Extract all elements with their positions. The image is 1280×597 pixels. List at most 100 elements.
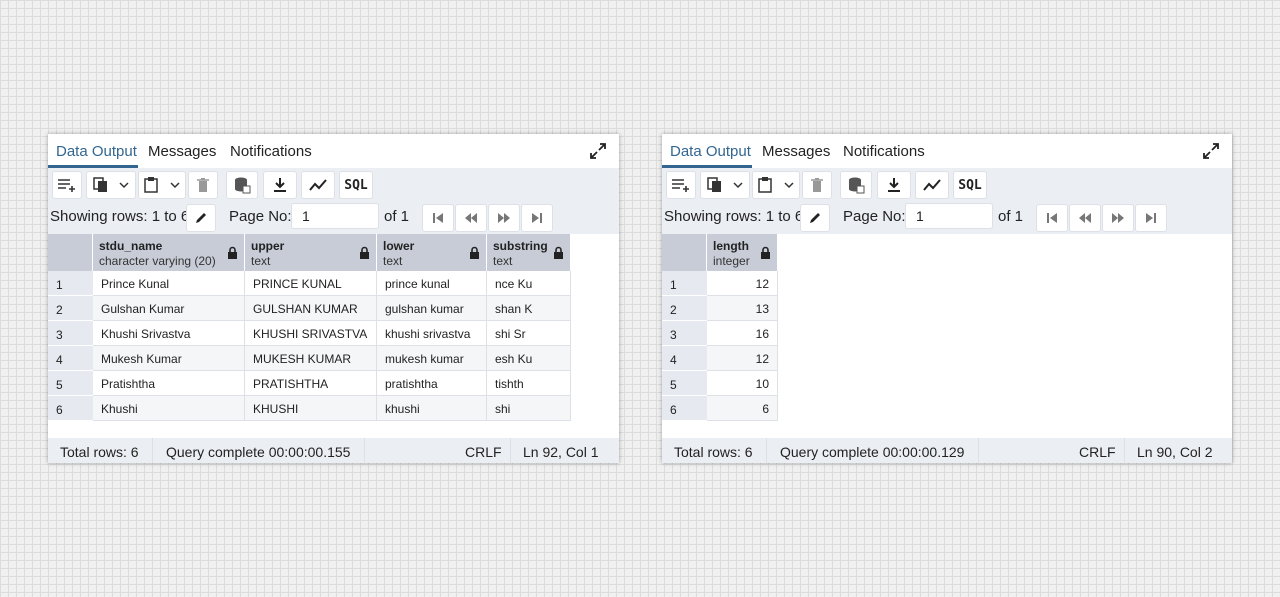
edit-button[interactable] (800, 204, 830, 232)
tab-data-output[interactable]: Data Output (670, 143, 751, 160)
table-cell[interactable]: 13 (707, 296, 778, 321)
column-header-lower[interactable]: lower text (377, 234, 487, 271)
first-page-button[interactable] (422, 204, 454, 232)
prev-page-icon (1079, 213, 1091, 223)
first-page-button[interactable] (1036, 204, 1068, 232)
row-number-header (662, 234, 707, 271)
row-number[interactable]: 2 (48, 296, 93, 321)
column-header-stdu-name[interactable]: stdu_name character varying (20) (93, 234, 245, 271)
last-page-button[interactable] (1135, 204, 1167, 232)
table-cell[interactable]: 10 (707, 371, 778, 396)
delete-button[interactable] (188, 171, 218, 199)
column-type: integer (713, 254, 750, 268)
paste-button[interactable] (752, 171, 800, 199)
table-cell[interactable]: prince kunal (377, 271, 487, 296)
table-cell[interactable]: mukesh kumar (377, 346, 487, 371)
add-row-button[interactable] (52, 171, 82, 199)
table-cell[interactable]: khushi srivastva (377, 321, 487, 346)
row-info: Showing rows: 1 to 6 (664, 208, 804, 225)
table-cell[interactable]: shan K (487, 296, 571, 321)
table-cell[interactable]: shi (487, 396, 571, 421)
tab-notifications[interactable]: Notifications (230, 143, 312, 160)
sql-button[interactable]: SQL (953, 171, 987, 199)
status-divider (1124, 438, 1125, 463)
edit-icon (810, 213, 820, 223)
row-number[interactable]: 6 (48, 396, 93, 421)
row-number[interactable]: 6 (662, 396, 707, 421)
column-header-length[interactable]: length integer (707, 234, 778, 271)
table-cell[interactable]: Khushi (93, 396, 245, 421)
table-cell[interactable]: Pratishtha (93, 371, 245, 396)
column-name: stdu_name (99, 239, 163, 253)
table-cell[interactable]: KHUSHI (245, 396, 377, 421)
table-cell[interactable]: Khushi Srivastva (93, 321, 245, 346)
save-data-button[interactable] (226, 171, 258, 199)
table-cell[interactable]: pratishtha (377, 371, 487, 396)
table-cell[interactable]: esh Ku (487, 346, 571, 371)
prev-page-button[interactable] (455, 204, 487, 232)
delete-button[interactable] (802, 171, 832, 199)
save-data-button[interactable] (840, 171, 872, 199)
lock-icon (228, 246, 237, 259)
row-number[interactable]: 2 (662, 296, 707, 321)
next-page-button[interactable] (488, 204, 520, 232)
column-header-substring[interactable]: substring text (487, 234, 571, 271)
table-cell[interactable]: tishth (487, 371, 571, 396)
row-number[interactable]: 1 (662, 271, 707, 296)
download-button[interactable] (877, 171, 911, 199)
row-number[interactable]: 5 (48, 371, 93, 396)
row-number[interactable]: 1 (48, 271, 93, 296)
next-page-button[interactable] (1102, 204, 1134, 232)
table-cell[interactable]: 12 (707, 346, 778, 371)
page-label: Page No: (843, 208, 906, 225)
copy-button[interactable] (86, 171, 136, 199)
column-type: character varying (20) (99, 254, 216, 268)
paste-button[interactable] (138, 171, 186, 199)
table-cell[interactable]: shi Sr (487, 321, 571, 346)
column-type: text (493, 254, 513, 268)
edit-button[interactable] (186, 204, 216, 232)
download-icon (888, 178, 900, 192)
table-cell[interactable]: 12 (707, 271, 778, 296)
copy-icon (707, 177, 721, 192)
last-page-button[interactable] (521, 204, 553, 232)
table-cell[interactable]: GULSHAN KUMAR (245, 296, 377, 321)
page-number-input[interactable]: 1 (291, 203, 379, 229)
expand-icon[interactable] (589, 142, 607, 160)
download-button[interactable] (263, 171, 297, 199)
table-cell[interactable]: 6 (707, 396, 778, 421)
table-cell[interactable]: PRATISHTHA (245, 371, 377, 396)
row-number[interactable]: 5 (662, 371, 707, 396)
column-header-upper[interactable]: upper text (245, 234, 377, 271)
row-number[interactable]: 4 (48, 346, 93, 371)
graph-button[interactable] (301, 171, 335, 199)
row-number[interactable]: 4 (662, 346, 707, 371)
add-row-button[interactable] (666, 171, 696, 199)
table-cell[interactable]: 16 (707, 321, 778, 346)
table-cell[interactable]: MUKESH KUMAR (245, 346, 377, 371)
tab-messages[interactable]: Messages (762, 143, 830, 160)
expand-icon[interactable] (1202, 142, 1220, 160)
table-cell[interactable]: Gulshan Kumar (93, 296, 245, 321)
prev-page-button[interactable] (1069, 204, 1101, 232)
download-icon (274, 178, 286, 192)
table-cell[interactable]: KHUSHI SRIVASTVA (245, 321, 377, 346)
graph-button[interactable] (915, 171, 949, 199)
copy-button[interactable] (700, 171, 750, 199)
table-cell[interactable]: PRINCE KUNAL (245, 271, 377, 296)
chevron-down-icon (170, 182, 180, 189)
first-page-icon (1047, 213, 1057, 223)
tab-notifications[interactable]: Notifications (843, 143, 925, 160)
sql-button[interactable]: SQL (339, 171, 373, 199)
table-cell[interactable]: khushi (377, 396, 487, 421)
row-number[interactable]: 3 (48, 321, 93, 346)
query-result-panel-right: Data Output Messages Notifications SQL S… (662, 134, 1232, 463)
tab-messages[interactable]: Messages (148, 143, 216, 160)
tab-data-output[interactable]: Data Output (56, 143, 137, 160)
table-cell[interactable]: gulshan kumar (377, 296, 487, 321)
table-cell[interactable]: nce Ku (487, 271, 571, 296)
row-number[interactable]: 3 (662, 321, 707, 346)
table-cell[interactable]: Mukesh Kumar (93, 346, 245, 371)
table-cell[interactable]: Prince Kunal (93, 271, 245, 296)
page-number-input[interactable]: 1 (905, 203, 993, 229)
